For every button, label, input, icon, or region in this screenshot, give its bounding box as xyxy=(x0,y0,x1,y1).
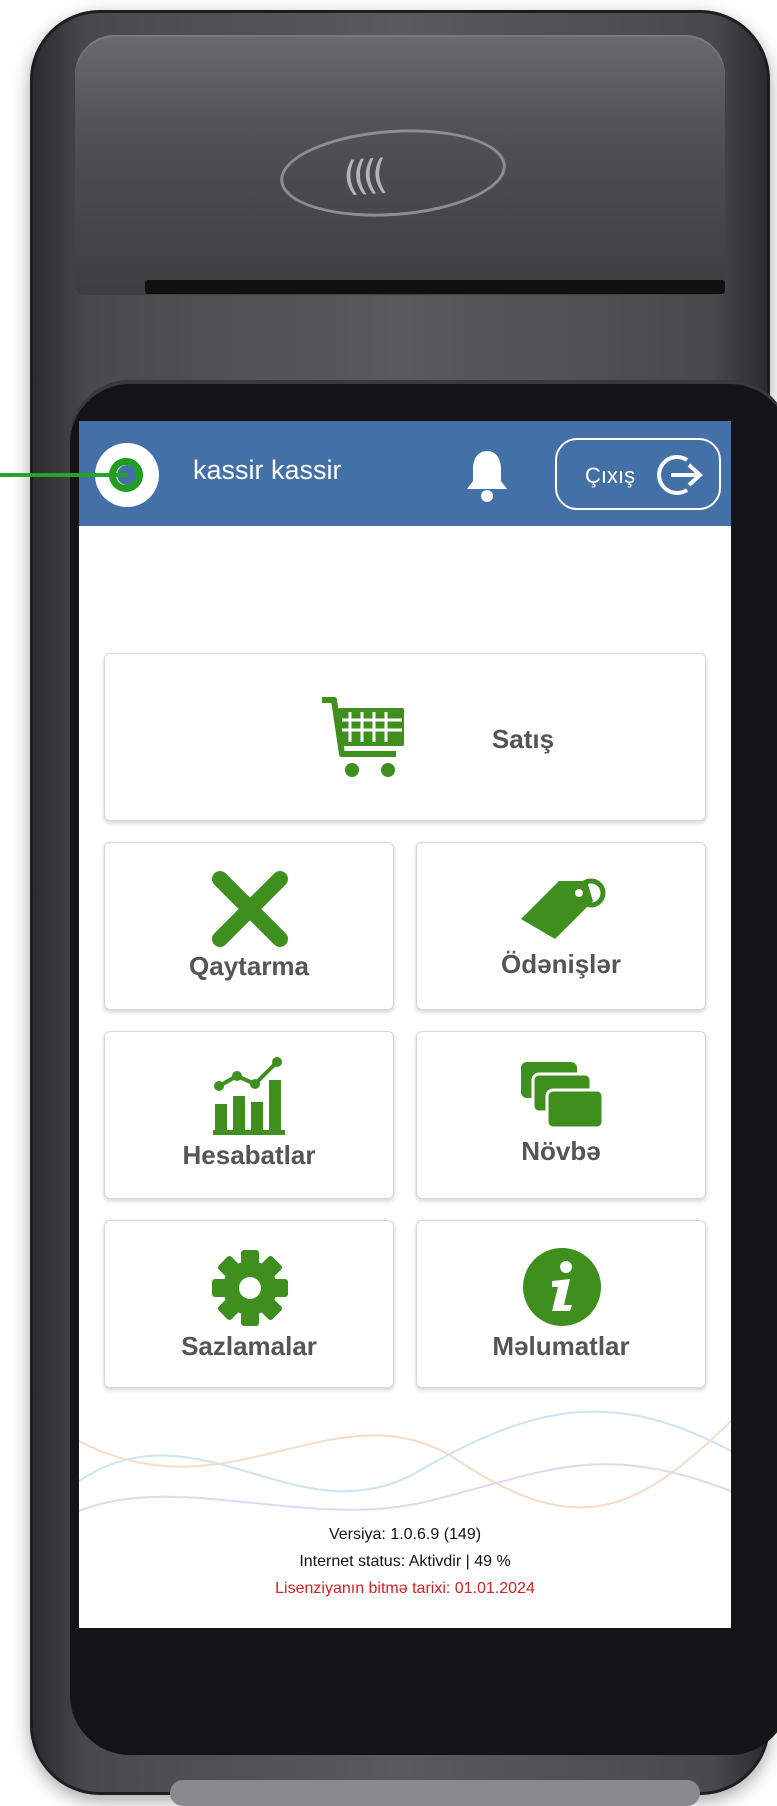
shift-label: Növbə xyxy=(521,1136,601,1166)
callout-ring xyxy=(109,458,143,492)
license-expiry: Lisenziyanın bitmə tarixi: 01.01.2024 xyxy=(275,1580,535,1597)
refund-button[interactable]: Qaytarma xyxy=(104,842,394,1010)
gear-icon xyxy=(212,1250,288,1326)
shift-button[interactable]: Növbə xyxy=(416,1031,706,1199)
cards-icon xyxy=(521,1062,605,1130)
username: kassir kassir xyxy=(193,455,342,485)
sale-button[interactable]: Satış xyxy=(104,653,706,821)
reports-button[interactable]: Hesabatlar xyxy=(104,1031,394,1199)
app-header: kassir kassir Çıxış xyxy=(79,421,731,526)
logout-label: Çıxış xyxy=(585,463,636,488)
wave-decoration xyxy=(79,1410,731,1512)
reports-label: Hesabatlar xyxy=(182,1140,316,1170)
device-bottom-bar xyxy=(170,1780,700,1806)
version-text: Versiya: 1.0.6.9 (149) xyxy=(328,1526,482,1543)
x-icon xyxy=(212,871,288,947)
sale-label: Satış xyxy=(491,724,555,754)
receipt-slot xyxy=(145,280,725,294)
refund-label: Qaytarma xyxy=(189,951,309,981)
bell-icon[interactable] xyxy=(464,447,510,503)
payments-label: Ödənişlər xyxy=(501,949,621,979)
chart-icon xyxy=(213,1057,285,1135)
info-icon xyxy=(523,1248,601,1326)
logout-icon xyxy=(657,455,703,495)
payments-button[interactable]: Ödənişlər xyxy=(416,842,706,1010)
app-screen: kassir kassir Çıxış Satış Qaytarma Ödəni… xyxy=(79,421,731,1628)
tag-icon xyxy=(521,878,606,939)
info-label: Məlumatlar xyxy=(492,1331,630,1361)
app-footer: Versiya: 1.0.6.9 (149) Internet status: … xyxy=(79,1521,731,1602)
settings-label: Sazlamalar xyxy=(181,1331,317,1361)
logout-button[interactable]: Çıxış xyxy=(555,438,721,510)
internet-status: Internet status: Aktivdir | 49 % xyxy=(299,1553,511,1570)
